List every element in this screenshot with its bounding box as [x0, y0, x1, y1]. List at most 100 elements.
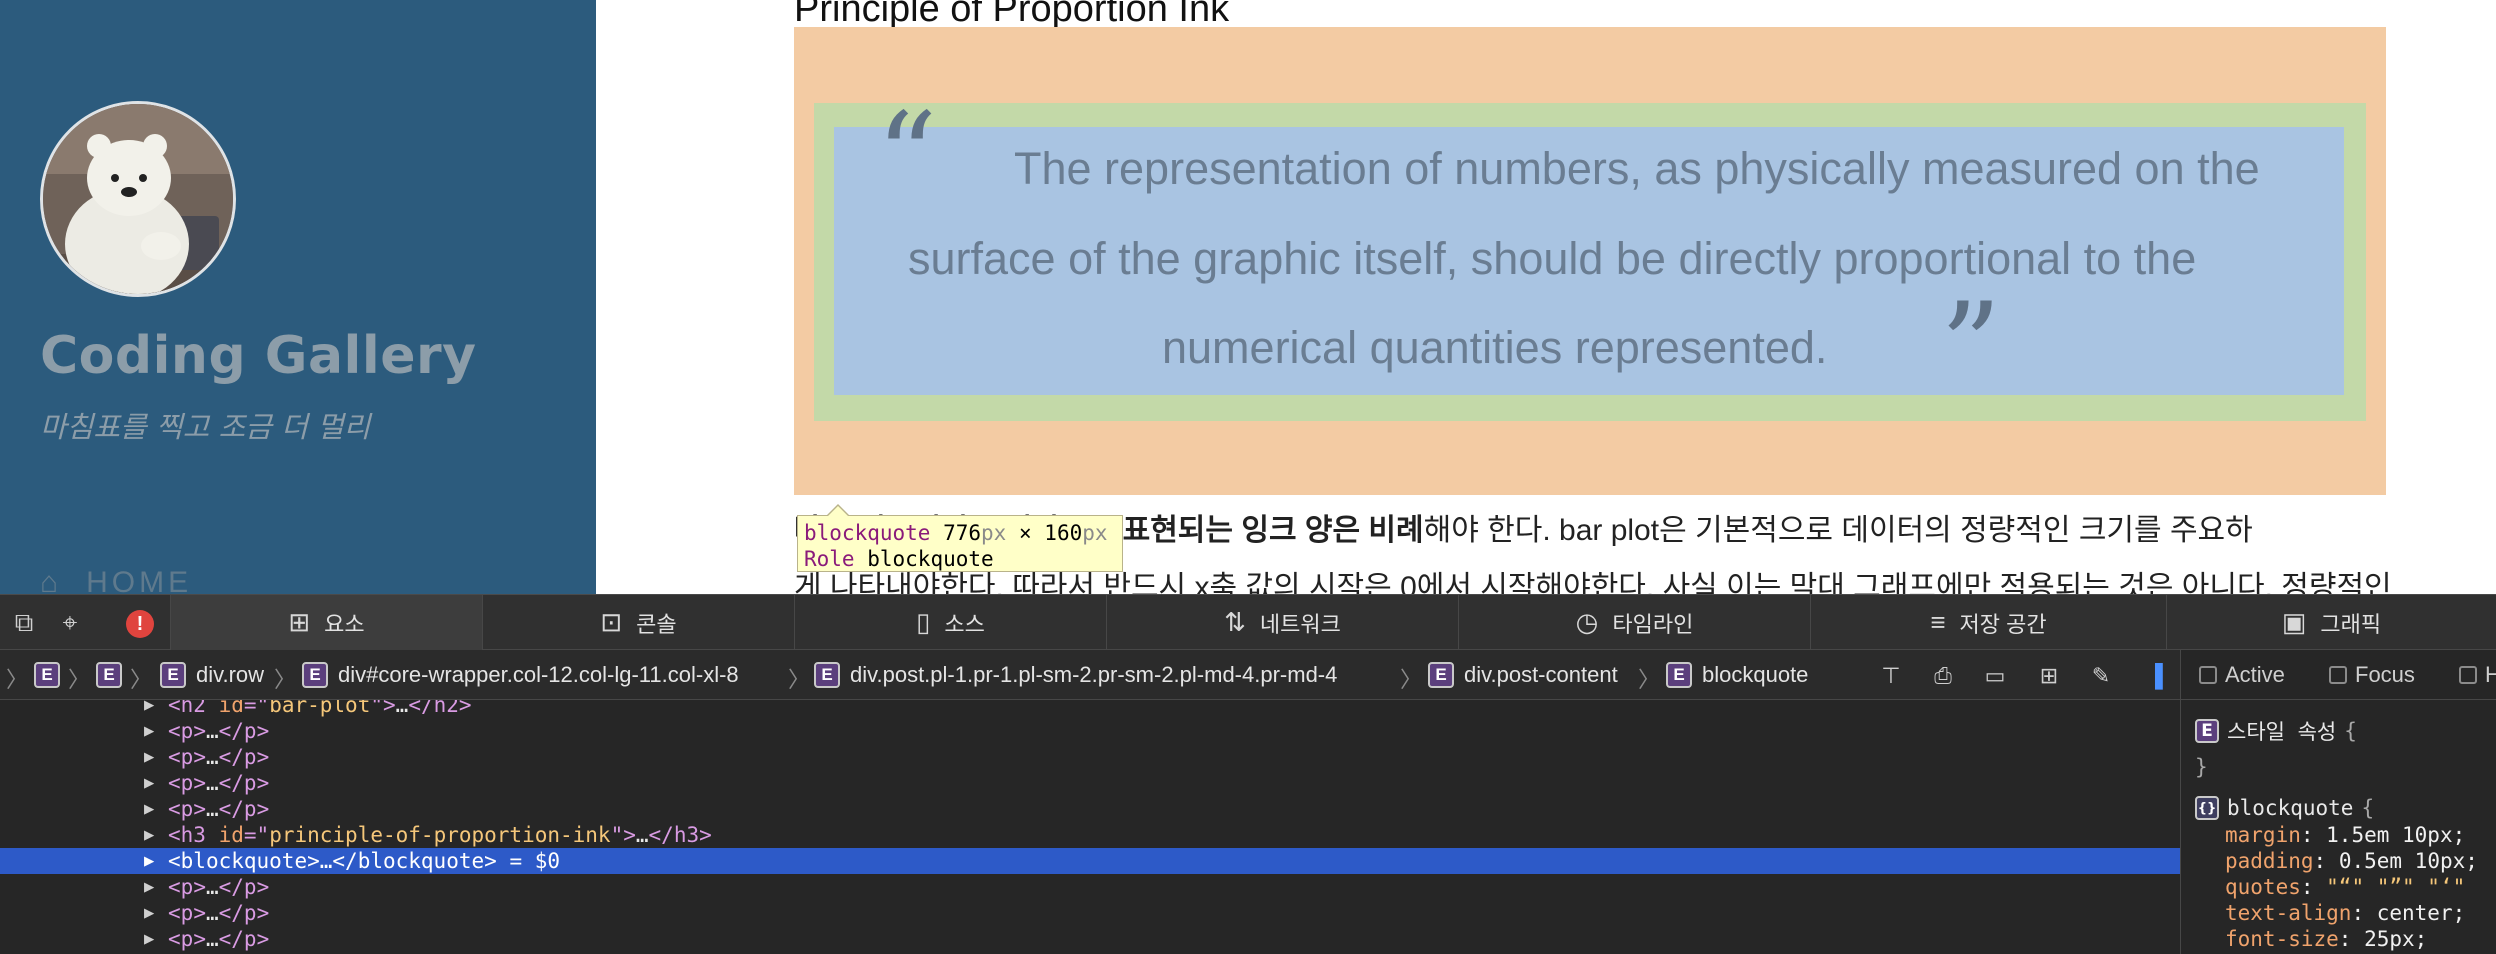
- breadcrumb-label: div.post.pl-1.pr-1.pl-sm-2.pr-sm-2.pl-md…: [850, 662, 1338, 687]
- tab-storage[interactable]: ≡ 저장 공간: [1810, 595, 2166, 650]
- element-picker-icon[interactable]: ⌖: [54, 607, 86, 639]
- breadcrumb-item[interactable]: Ediv.post-content: [1428, 660, 1618, 690]
- console-icon: ⊡: [600, 607, 623, 637]
- disclosure-triangle-icon[interactable]: ▶: [144, 744, 154, 770]
- node-ellipsis: …: [205, 745, 219, 769]
- tooltip-role-value: blockquote: [867, 547, 994, 571]
- disclosure-triangle-icon[interactable]: ▶: [144, 770, 154, 796]
- tooltip-width: 776: [943, 521, 982, 545]
- tooltip-unit: px: [981, 521, 1007, 545]
- breadcrumb-item[interactable]: Ediv.row: [160, 660, 264, 690]
- element-badge-icon: E: [1666, 662, 1692, 688]
- tab-label: 저장 공간: [1959, 611, 2047, 637]
- dom-node[interactable]: ▶ <p>…</p>: [0, 874, 2180, 900]
- tab-label: 그래픽: [2320, 611, 2382, 637]
- css-property: quotes: [2225, 875, 2301, 899]
- disclosure-triangle-icon[interactable]: ▶: [144, 718, 154, 744]
- dom-node[interactable]: ▶ <p>…</p>: [0, 718, 2180, 744]
- dom-node[interactable]: ▶ <p>…</p>: [0, 926, 2180, 952]
- tab-elements[interactable]: ⊞ 요소: [170, 595, 482, 650]
- tab-timelines[interactable]: ◷ 타임라인: [1458, 595, 1810, 650]
- inline-style-rule[interactable]: E 스타일 속성 {: [2195, 716, 2357, 746]
- breadcrumb-separator: 〉: [68, 667, 91, 692]
- node-attr-name: id: [218, 700, 244, 717]
- hover-checkbox[interactable]: H: [2459, 662, 2496, 688]
- dom-node[interactable]: ▶ <p>…</p>: [0, 796, 2180, 822]
- inspector-tooltip: blockquote 776px × 160px Role blockquote: [797, 504, 1123, 572]
- disclosure-triangle-icon[interactable]: ▶: [144, 796, 154, 822]
- breadcrumb-separator: 〉: [6, 667, 29, 692]
- css-rule-blockquote[interactable]: {} blockquote {: [2195, 796, 2374, 820]
- web-inspector: ⧉ ⌖ ! ⊞ 요소 ⊡ 콘솔 ▯ 소스 ⇅ 네트워크 ◷ 타임라인 ≡ 저장 공간 ▣ 그래…: [0, 594, 2496, 954]
- dom-node[interactable]: ▶ <h3 id="principle-of-proportion-ink">……: [0, 822, 2180, 848]
- dom-node[interactable]: ▶ <h2 id="bar-plot">…</h2>: [0, 700, 2180, 718]
- sidebar-toggle-icon[interactable]: ▐: [2140, 662, 2170, 690]
- css-declaration[interactable]: quotes: "“" "”" "‘": [2225, 874, 2465, 900]
- dom-node-selected[interactable]: ▶ <blockquote>…</blockquote> = $0: [0, 848, 2180, 874]
- element-badge-icon: E: [96, 662, 122, 688]
- brush-icon[interactable]: ✎: [2086, 662, 2116, 690]
- elements-icon: ⊞: [288, 607, 311, 637]
- node-tag: p: [243, 927, 257, 951]
- tooltip-tag: blockquote: [804, 521, 931, 545]
- inspector-tab-bar: ⧉ ⌖ ! ⊞ 요소 ⊡ 콘솔 ▯ 소스 ⇅ 네트워크 ◷ 타임라인 ≡ 저장 공간 ▣ 그래…: [0, 594, 2496, 650]
- tooltip-unit: px: [1082, 521, 1108, 545]
- print-icon[interactable]: ⎙: [1928, 662, 1958, 690]
- css-property: margin: [2225, 823, 2301, 847]
- dom-node[interactable]: ▶ <p>…</p>: [0, 770, 2180, 796]
- tab-label: 네트워크: [1259, 611, 1341, 637]
- grid-icon[interactable]: ⊞: [2034, 662, 2064, 690]
- dock-mode-icon[interactable]: ⧉: [8, 607, 40, 639]
- css-property: padding: [2225, 849, 2314, 873]
- css-property: text-align: [2225, 901, 2352, 925]
- dom-node[interactable]: ▶ <p>…</p>: [0, 900, 2180, 926]
- site-title[interactable]: Coding Gallery: [40, 326, 477, 386]
- avatar[interactable]: [40, 101, 236, 297]
- sidebar-item-home[interactable]: ⌂ HOME: [40, 566, 192, 594]
- css-declaration[interactable]: font-size: 25px;: [2225, 926, 2427, 952]
- node-tag: p: [243, 745, 257, 769]
- disclosure-triangle-icon[interactable]: ▶: [144, 848, 154, 874]
- breadcrumb-label: div#core-wrapper.col-12.col-lg-11.col-xl…: [338, 662, 739, 687]
- css-declaration[interactable]: padding: 0.5em 10px;: [2225, 848, 2478, 874]
- breadcrumb-item[interactable]: Ediv.post.pl-1.pr-1.pl-sm-2.pr-sm-2.pl-m…: [814, 660, 1337, 690]
- window-icon[interactable]: ▭: [1980, 662, 2010, 690]
- breadcrumb-separator: 〉: [788, 667, 811, 692]
- node-ellipsis: …: [205, 797, 219, 821]
- layout-overlay-icon[interactable]: ⊤: [1876, 662, 1906, 690]
- tab-sources[interactable]: ▯ 소스: [794, 595, 1106, 650]
- node-ellipsis: …: [205, 719, 219, 743]
- disclosure-triangle-icon[interactable]: ▶: [144, 900, 154, 926]
- disclosure-triangle-icon[interactable]: ▶: [144, 926, 154, 952]
- disclosure-triangle-icon[interactable]: ▶: [144, 700, 154, 718]
- active-checkbox[interactable]: Active: [2199, 662, 2285, 688]
- error-indicator-icon[interactable]: !: [126, 610, 154, 638]
- webpage-viewport: Coding Gallery 마침표를 찍고 조금 더 멀리 ⌂ HOME Pri…: [0, 0, 2496, 594]
- tooltip-role-line: Role blockquote: [804, 546, 1116, 572]
- tab-console[interactable]: ⊡ 콘솔: [482, 595, 794, 650]
- dom-tree: ▶ <h2 id="bar-plot">…</h2> ▶ <p>…</p> ▶ …: [0, 700, 2180, 954]
- node-tag: p: [180, 745, 194, 769]
- element-badge-icon: E: [160, 662, 186, 688]
- css-declaration[interactable]: text-align: center;: [2225, 900, 2465, 926]
- node-ellipsis: …: [205, 771, 219, 795]
- tab-label: 요소: [324, 611, 365, 637]
- tab-network[interactable]: ⇅ 네트워크: [1106, 595, 1458, 650]
- dom-node[interactable]: ▶ <p>…</p>: [0, 744, 2180, 770]
- breadcrumb-separator: 〉: [274, 667, 297, 692]
- tooltip-role-label: Role: [804, 547, 855, 571]
- disclosure-triangle-icon[interactable]: ▶: [144, 822, 154, 848]
- breadcrumb-item[interactable]: E: [96, 660, 132, 690]
- focus-checkbox[interactable]: Focus: [2329, 662, 2415, 688]
- tab-graphics[interactable]: ▣ 그래픽: [2166, 595, 2496, 650]
- node-tag: p: [243, 901, 257, 925]
- disclosure-triangle-icon[interactable]: ▶: [144, 874, 154, 900]
- css-declaration[interactable]: margin: 1.5em 10px;: [2225, 822, 2465, 848]
- css-value: 1.5em 10px;: [2326, 823, 2466, 847]
- checkbox-box: [2199, 666, 2217, 684]
- node-attr-name: id: [218, 823, 244, 847]
- breadcrumb-item[interactable]: E: [34, 660, 70, 690]
- breadcrumb-item[interactable]: Eblockquote: [1666, 660, 1808, 690]
- breadcrumb-item[interactable]: Ediv#core-wrapper.col-12.col-lg-11.col-x…: [302, 660, 739, 690]
- node-tag: p: [243, 797, 257, 821]
